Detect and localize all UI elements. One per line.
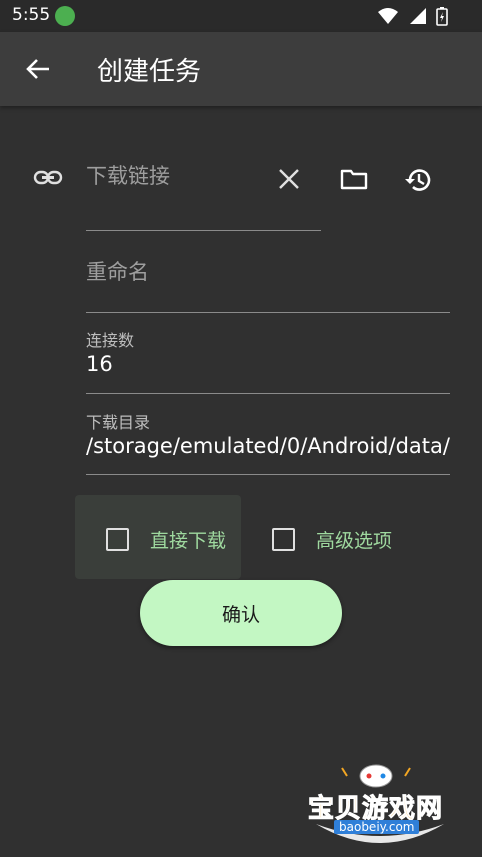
direct-download-checkbox[interactable]: 直接下载 <box>106 526 226 553</box>
status-bar: 5:55 <box>0 0 482 32</box>
history-button[interactable] <box>401 164 435 196</box>
folder-button[interactable] <box>337 164 371 194</box>
back-arrow-icon <box>26 59 49 79</box>
directory-field[interactable]: 下载目录 /storage/emulated/0/Android/data/ <box>86 404 450 475</box>
status-icons <box>378 6 448 26</box>
rename-input[interactable] <box>86 260 446 284</box>
advanced-options-checkbox[interactable]: 高级选项 <box>272 526 392 553</box>
wifi-icon <box>378 8 398 24</box>
battery-icon <box>436 7 448 26</box>
connections-value[interactable]: 16 <box>86 352 450 376</box>
signal-icon <box>410 8 426 24</box>
folder-icon <box>340 169 368 190</box>
connections-field[interactable]: 连接数 16 <box>86 322 450 394</box>
url-input[interactable] <box>86 164 266 188</box>
rename-field <box>86 250 450 313</box>
status-app-icon <box>55 6 75 26</box>
checkbox-icon <box>106 528 129 551</box>
connections-label: 连接数 <box>86 331 135 350</box>
status-time: 5:55 <box>12 5 51 25</box>
watermark-url: baobeiy.com <box>334 820 420 834</box>
app-bar: 创建任务 <box>0 32 482 106</box>
back-button[interactable] <box>18 54 58 84</box>
page-title: 创建任务 <box>97 57 202 87</box>
url-underline <box>86 230 321 231</box>
direct-download-label: 直接下载 <box>150 530 227 552</box>
directory-label: 下载目录 <box>86 413 151 432</box>
clear-button[interactable] <box>274 164 304 194</box>
watermark-logo: 宝贝游戏网 baobeiy.com <box>300 762 460 852</box>
advanced-options-label: 高级选项 <box>316 530 393 552</box>
link-icon <box>33 170 63 185</box>
checkbox-icon <box>272 528 295 551</box>
directory-value[interactable]: /storage/emulated/0/Android/data/ <box>86 434 450 458</box>
clear-icon <box>279 169 299 189</box>
url-row <box>0 150 482 234</box>
history-icon <box>405 169 431 191</box>
confirm-button[interactable]: 确认 <box>140 580 342 646</box>
